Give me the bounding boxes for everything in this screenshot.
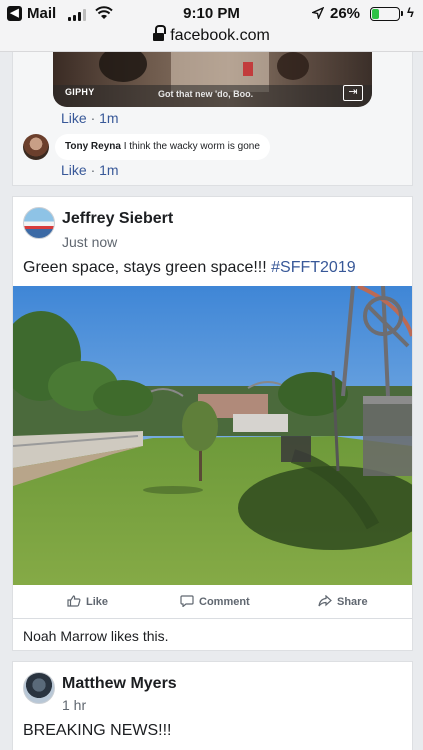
post-card: Jeffrey Siebert Just now Green space, st… xyxy=(12,196,413,651)
commenter-avatar[interactable] xyxy=(23,134,49,160)
thumbs-up-icon xyxy=(67,595,81,607)
next-post-card: Matthew Myers 1 hr BREAKING NEWS!!! xyxy=(12,661,413,750)
browser-status-bar: ◀ Mail 9:10 PM 26% ϟ facebook.com xyxy=(0,0,423,52)
separator: · xyxy=(86,162,100,178)
comment-bubble[interactable]: Tony Reyna I think the wacky worm is gon… xyxy=(55,134,270,160)
comment-button[interactable]: Comment xyxy=(180,595,250,608)
lock-icon xyxy=(153,25,167,41)
like-label: Like xyxy=(86,596,109,608)
battery-percentage: 26% xyxy=(330,5,361,22)
location-arrow-icon xyxy=(312,7,324,19)
comment-time[interactable]: 1m xyxy=(99,162,118,178)
previous-post-card: GIPHY Got that new 'do, Boo. ⇥ Like · 1m… xyxy=(12,52,413,186)
post-text: BREAKING NEWS!!! xyxy=(23,722,172,739)
like-button[interactable]: Like xyxy=(67,595,108,608)
charging-bolt-icon: ϟ xyxy=(407,5,414,20)
park-photo-illustration xyxy=(13,286,412,585)
post-photo[interactable] xyxy=(13,286,412,585)
gif-caption: Got that new 'do, Boo. xyxy=(158,89,254,99)
address-bar[interactable]: facebook.com xyxy=(0,25,423,45)
comment-text: I think the wacky worm is gone xyxy=(123,141,260,152)
author-avatar[interactable] xyxy=(23,207,55,239)
share-arrow-icon xyxy=(318,595,332,607)
post-timestamp[interactable]: 1 hr xyxy=(62,697,86,713)
gif-image[interactable]: GIPHY Got that new 'do, Boo. ⇥ xyxy=(53,52,372,107)
comment-bubble-icon xyxy=(180,595,194,607)
like-link[interactable]: Like xyxy=(61,162,87,178)
open-external-icon[interactable]: ⇥ xyxy=(343,85,363,101)
post-author[interactable]: Jeffrey Siebert xyxy=(62,210,173,228)
post-author[interactable]: Matthew Myers xyxy=(62,675,177,693)
giphy-label: GIPHY xyxy=(65,87,95,97)
battery-icon xyxy=(370,7,403,21)
share-button[interactable]: Share xyxy=(318,595,368,608)
like-link[interactable]: Like xyxy=(61,110,87,126)
post-actions-bar: Like Comment Share xyxy=(13,585,412,619)
share-label: Share xyxy=(337,596,368,608)
post-body: Green space, stays green space!!! xyxy=(23,259,272,276)
likes-summary[interactable]: Noah Marrow likes this. xyxy=(23,628,169,644)
comment-label: Comment xyxy=(199,596,250,608)
separator: · xyxy=(86,110,100,126)
author-avatar[interactable] xyxy=(23,672,55,704)
post-timestamp[interactable]: Just now xyxy=(62,234,117,250)
url-text: facebook.com xyxy=(170,27,270,44)
comment-reactions-row: Like · 1m xyxy=(61,162,119,178)
comment-time[interactable]: 1m xyxy=(99,110,118,126)
post-text: Green space, stays green space!!! #SFFT2… xyxy=(23,259,356,277)
comment-author[interactable]: Tony Reyna xyxy=(65,141,121,152)
comment-reactions-row: Like · 1m xyxy=(61,110,119,126)
hashtag-link[interactable]: #SFFT2019 xyxy=(271,259,355,276)
